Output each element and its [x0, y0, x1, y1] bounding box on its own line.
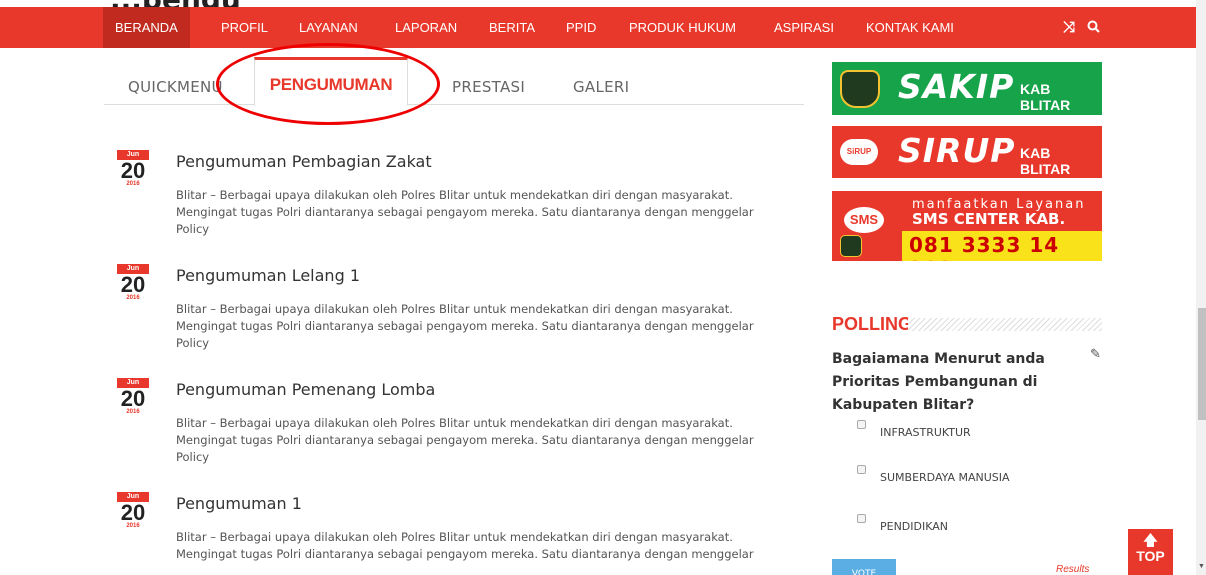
sakip-subtitle: KAB BLITAR — [1020, 81, 1071, 113]
poll-checkbox[interactable] — [857, 465, 866, 474]
main-navbar: BERANDA PROFIL LAYANAN LAPORAN BERITA PP… — [0, 7, 1196, 48]
scroll-down-icon[interactable]: ▼ — [1198, 563, 1205, 570]
nav-item-profil[interactable]: PROFIL — [221, 7, 268, 48]
article-excerpt: Blitar – Berbagai upaya dilakukan oleh P… — [176, 302, 754, 350]
kabupaten-emblem-icon — [840, 70, 880, 108]
poll-option: INFRASTRUKTUR — [857, 420, 971, 439]
date-badge: Jun 20 2016 — [117, 264, 149, 302]
date-day: 20 — [120, 500, 146, 525]
nav-item-ppid[interactable]: PPID — [566, 7, 596, 48]
sms-badge-icon: SMS — [844, 207, 884, 233]
scrollbar-track[interactable] — [1196, 0, 1206, 575]
nav-item-laporan[interactable]: LAPORAN — [395, 7, 457, 48]
tab-prestasi[interactable]: PRESTASI — [452, 57, 525, 105]
poll-question: Bagaiamana Menurut anda Prioritas Pemban… — [832, 351, 1045, 413]
sms-center-banner[interactable]: SMS manfaatkan Layanan SMS CENTER KAB. B… — [832, 191, 1102, 261]
shuffle-icon[interactable]: ⤨ — [1063, 19, 1075, 36]
poll-option: PENDIDIKAN — [857, 514, 948, 533]
article-excerpt: Blitar – Berbagai upaya dilakukan oleh P… — [176, 188, 754, 236]
nav-item-aspirasi[interactable]: ASPIRASI — [774, 7, 834, 48]
sirup-subtitle: KAB BLITAR — [1020, 145, 1071, 177]
date-day: 20 — [120, 272, 146, 297]
kabupaten-emblem-icon — [840, 235, 862, 257]
content-tabs: QUICKMENU PENGUMUMAN PRESTASI GALERI — [104, 57, 804, 106]
date-day: 20 — [120, 386, 146, 411]
tab-quickmenu[interactable]: QUICKMENU — [128, 57, 223, 105]
nav-item-layanan[interactable]: LAYANAN — [299, 7, 358, 48]
poll-checkbox[interactable] — [857, 514, 866, 523]
poll-option-label: INFRASTRUKTUR — [880, 426, 971, 439]
heading-decoration — [908, 318, 1102, 331]
date-badge: Jun 20 2016 — [117, 492, 149, 530]
nav-item-kontak-kami[interactable]: KONTAK KAMI — [866, 7, 954, 48]
nav-icons: ⤨ — [1063, 7, 1108, 48]
date-badge: Jun 20 2016 — [117, 150, 149, 188]
sakip-title: SAKIP — [898, 67, 1015, 106]
tab-pengumuman[interactable]: PENGUMUMAN — [254, 57, 408, 106]
article-excerpt: Blitar – Berbagai upaya dilakukan oleh P… — [176, 530, 754, 561]
nav-item-beranda[interactable]: BERANDA — [103, 7, 190, 48]
sakip-banner[interactable]: SAKIP KAB BLITAR — [832, 62, 1102, 115]
pencil-icon[interactable]: ✎ — [1090, 346, 1101, 362]
sms-phone-number: 081 3333 14 303 — [909, 233, 1060, 261]
back-to-top-button[interactable]: 🡅 TOP — [1128, 529, 1173, 575]
article-title[interactable]: Pengumuman Pemenang Lomba — [176, 380, 435, 399]
polling-heading: POLLING — [832, 314, 1102, 336]
poll-option-label: SUMBERDAYA MANUSIA — [880, 471, 1010, 484]
polling-title: POLLING — [832, 314, 912, 334]
scrollbar-thumb[interactable] — [1198, 308, 1206, 420]
date-day: 20 — [120, 158, 146, 183]
article-title[interactable]: Pengumuman 1 — [176, 494, 302, 513]
nav-item-produk-hukum[interactable]: PRODUK HUKUM — [629, 7, 736, 48]
date-badge: Jun 20 2016 — [117, 378, 149, 416]
article-excerpt: Blitar – Berbagai upaya dilakukan oleh P… — [176, 416, 754, 464]
poll-option: SUMBERDAYA MANUSIA — [857, 465, 1010, 484]
vote-button[interactable]: VOTE — [832, 559, 896, 575]
article-title[interactable]: Pengumuman Lelang 1 — [176, 266, 360, 285]
arrow-up-icon: 🡅 — [1142, 532, 1159, 549]
results-link[interactable]: Results — [1056, 564, 1089, 575]
article-title[interactable]: Pengumuman Pembagian Zakat — [176, 152, 432, 171]
poll-option-label: PENDIDIKAN — [880, 520, 949, 533]
poll-checkbox[interactable] — [857, 420, 866, 429]
sirup-logo-icon: SiRUP — [840, 139, 878, 165]
nav-item-berita[interactable]: BERITA — [489, 7, 535, 48]
sirup-banner[interactable]: SiRUP SIRUP KAB BLITAR — [832, 126, 1102, 178]
search-icon[interactable] — [1087, 19, 1100, 36]
top-label: TOP — [1136, 548, 1165, 564]
sirup-title: SIRUP — [898, 131, 1016, 170]
tab-galeri[interactable]: GALERI — [573, 57, 629, 105]
